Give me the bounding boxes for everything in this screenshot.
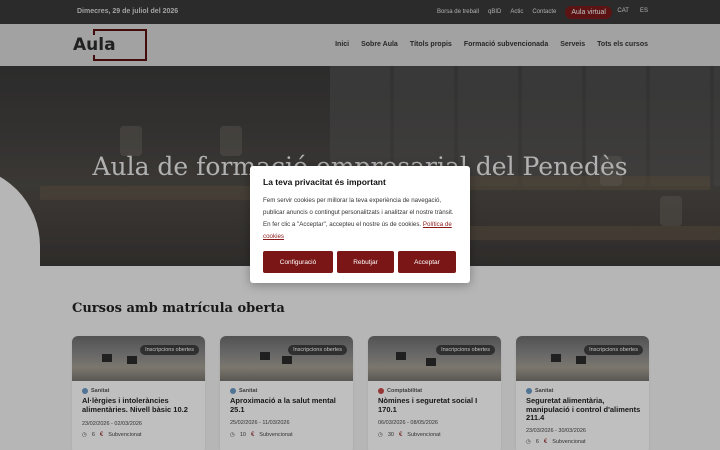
cookie-dialog-title: La teva privacitat és important — [263, 177, 386, 187]
cookie-consent-dialog: La teva privacitat és important Fem serv… — [250, 166, 470, 283]
configure-button[interactable]: Configuració — [263, 251, 333, 273]
reject-button[interactable]: Rebutjar — [337, 251, 394, 273]
cookie-buttons: Configuració Rebutjar Acceptar — [263, 251, 456, 273]
accept-button[interactable]: Acceptar — [398, 251, 456, 273]
cookie-dialog-text: Fem servir cookies per millorar la teva … — [263, 195, 457, 243]
